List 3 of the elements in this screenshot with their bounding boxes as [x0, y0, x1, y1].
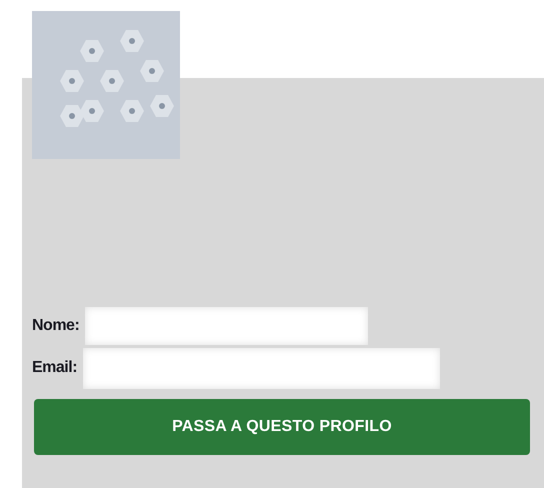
field-label: Email: — [32, 359, 78, 377]
switch-profile-button[interactable]: PASSA A QUESTO PROFILO — [34, 399, 530, 455]
field-label: Nome: — [32, 317, 80, 335]
